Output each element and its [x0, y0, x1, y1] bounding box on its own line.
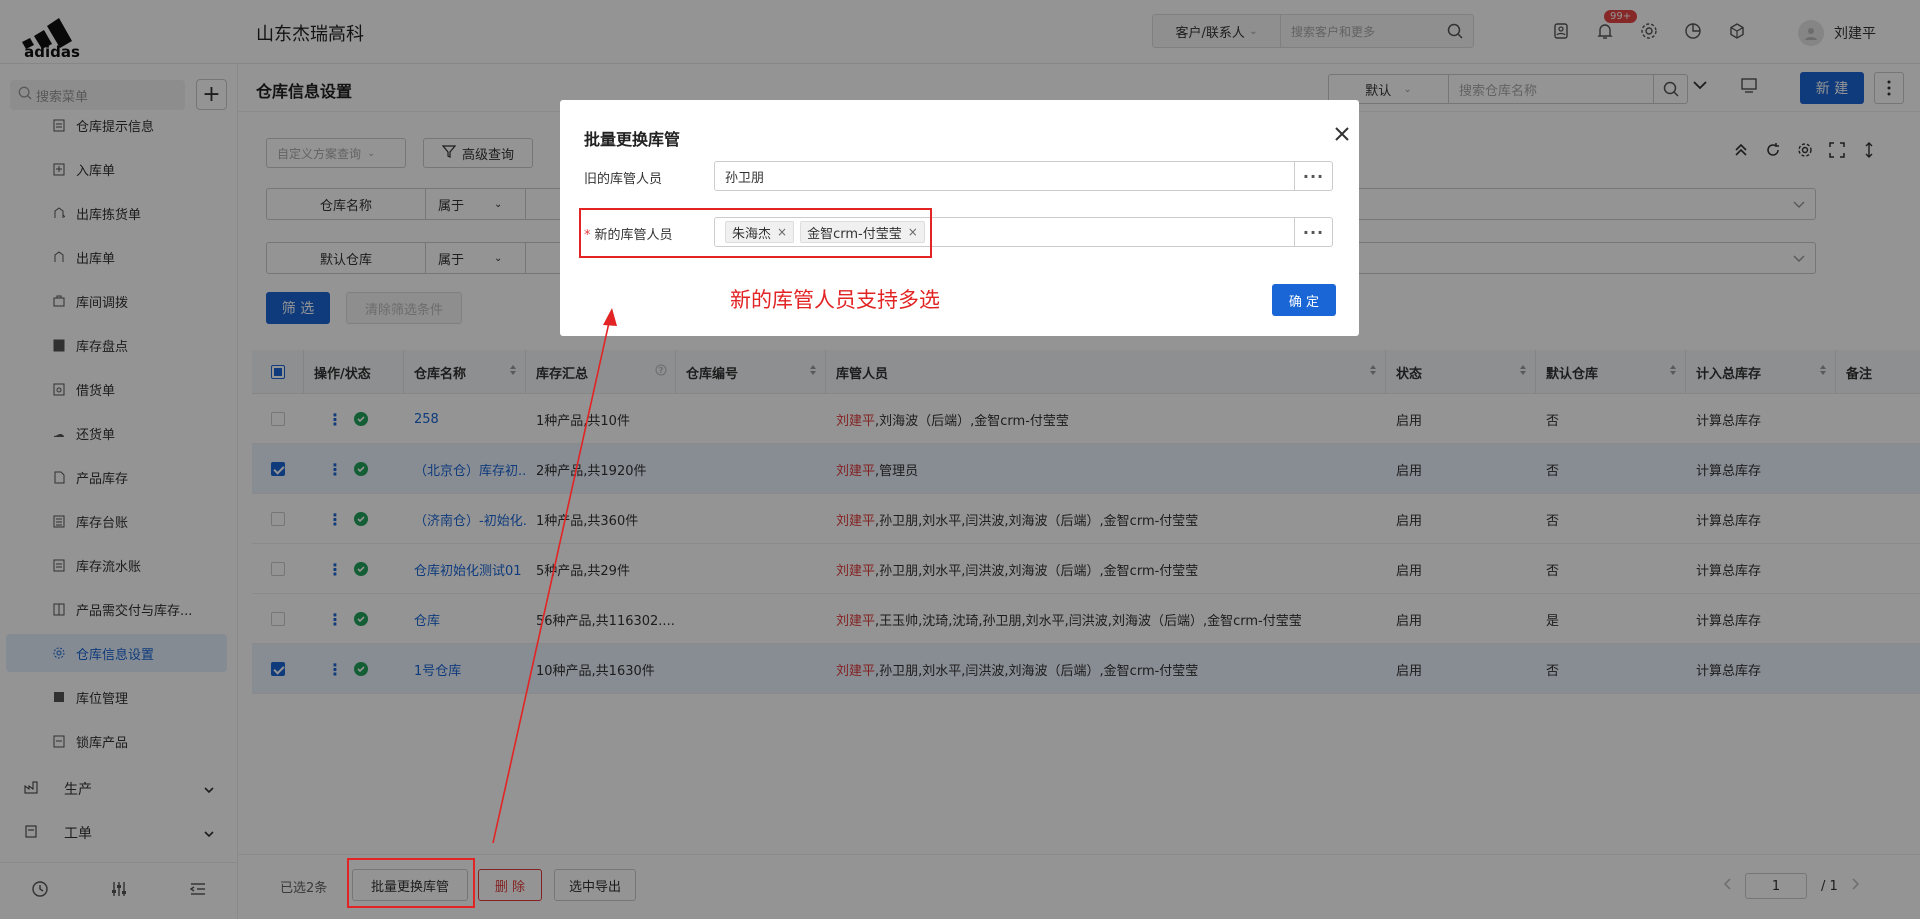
annotation-box-batch-button [347, 858, 475, 908]
dialog-title: 批量更换库管 [584, 130, 681, 149]
close-icon[interactable] [1334, 126, 1350, 146]
annotation-box-new-manager [579, 208, 932, 258]
annotation-text: 新的库管人员支持多选 [730, 288, 940, 312]
confirm-button[interactable]: 确 定 [1272, 284, 1336, 316]
new-manager-picker-button[interactable]: ··· [1295, 217, 1333, 247]
old-manager-label: 旧的库管人员 [584, 172, 663, 187]
old-manager-picker-button[interactable]: ··· [1295, 161, 1333, 191]
old-manager-value: 孙卫朋 [725, 170, 765, 186]
old-manager-field[interactable]: 孙卫朋 [714, 161, 1295, 191]
